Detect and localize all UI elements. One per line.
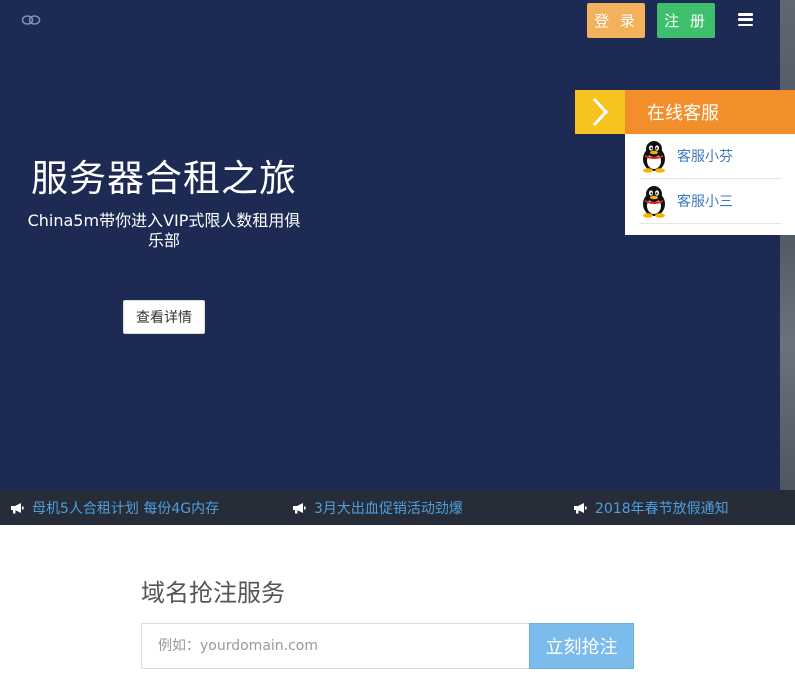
cs-agent-name: 客服小三 — [677, 194, 733, 210]
cs-agent-item[interactable]: 客服小芬 — [639, 134, 781, 179]
register-button[interactable]: 注 册 — [657, 3, 715, 38]
cloud-link-icon[interactable] — [20, 12, 42, 28]
domain-search-input[interactable] — [141, 623, 530, 669]
hero-edge-image — [780, 0, 795, 490]
chevron-right-icon — [592, 97, 609, 127]
megaphone-icon — [293, 502, 306, 513]
hero-title: 服务器合租之旅 — [31, 157, 297, 200]
customer-service-panel: 在线客服 客服小芬 客服小三 — [625, 90, 795, 235]
notice-item[interactable]: 2018年春节放假通知 — [573, 490, 729, 525]
cs-agent-item[interactable]: 客服小三 — [639, 179, 781, 224]
hamburger-menu-icon[interactable] — [738, 13, 753, 26]
page: 登 录 注 册 服务器合租之旅 China5m带你进入VIP式限人数租用俱乐部 … — [0, 0, 795, 700]
customer-service-toggle[interactable] — [575, 90, 625, 134]
notice-item[interactable]: 3月大出血促销活动劲爆 — [292, 490, 463, 525]
notice-text: 母机5人合租计划 每份4G内存 — [32, 500, 220, 517]
domain-section-title: 域名抢注服务 — [141, 579, 285, 607]
notice-text: 2018年春节放假通知 — [595, 500, 729, 517]
megaphone-icon — [11, 502, 24, 513]
view-details-button[interactable]: 查看详情 — [123, 300, 205, 334]
cs-agent-name: 客服小芬 — [677, 149, 733, 165]
login-button[interactable]: 登 录 — [587, 3, 645, 38]
register-domain-button[interactable]: 立刻抢注 — [529, 623, 634, 669]
qq-penguin-icon — [643, 186, 665, 218]
notice-bar: 母机5人合租计划 每份4G内存 3月大出血促销活动劲爆 2018年春节放假通知 — [0, 490, 795, 525]
hero-banner: 登 录 注 册 服务器合租之旅 China5m带你进入VIP式限人数租用俱乐部 … — [0, 0, 795, 490]
megaphone-icon — [574, 502, 587, 513]
qq-penguin-icon — [643, 141, 665, 173]
customer-service-title: 在线客服 — [625, 90, 795, 134]
notice-text: 3月大出血促销活动劲爆 — [314, 500, 463, 517]
notice-item[interactable]: 母机5人合租计划 每份4G内存 — [10, 490, 219, 525]
hero-subtitle: China5m带你进入VIP式限人数租用俱乐部 — [27, 211, 301, 250]
